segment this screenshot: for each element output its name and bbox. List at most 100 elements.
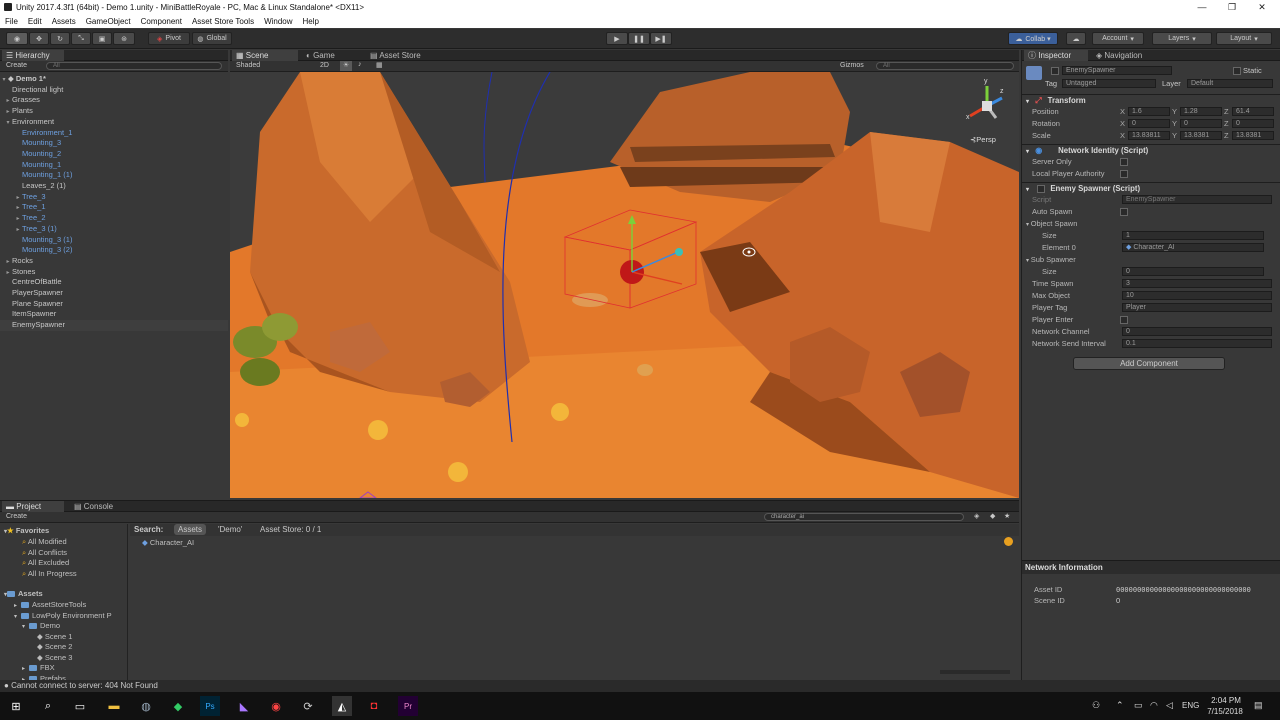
scene-viewport[interactable]: y x z ⊰Persp bbox=[230, 72, 1019, 498]
layer-dropdown[interactable]: Default bbox=[1187, 79, 1273, 88]
maximize-button[interactable]: ❐ bbox=[1218, 0, 1246, 15]
unity-hub-icon[interactable]: ⟳ bbox=[298, 696, 318, 716]
task-view-icon[interactable]: ▭ bbox=[70, 696, 90, 716]
menu-help[interactable]: Help bbox=[298, 17, 324, 26]
assets-item[interactable]: ◆ Scene 3 bbox=[30, 653, 126, 664]
menu-asset-store-tools[interactable]: Asset Store Tools bbox=[187, 17, 259, 26]
hierarchy-item[interactable]: Directional light bbox=[0, 85, 228, 96]
hierarchy-item[interactable]: CentreOfBattle bbox=[0, 277, 228, 288]
transform-z-field[interactable]: 61.4 bbox=[1232, 107, 1274, 116]
language-indicator[interactable]: ENG bbox=[1182, 701, 1199, 710]
hierarchy-create-button[interactable]: Create bbox=[6, 62, 27, 69]
network-send-interval-field[interactable]: 0.1 bbox=[1122, 339, 1272, 348]
player-enter-checkbox[interactable] bbox=[1120, 316, 1128, 324]
search-result-item[interactable]: ◆ Character_AI bbox=[142, 538, 194, 549]
hierarchy-item[interactable]: EnemySpawner bbox=[0, 320, 228, 331]
cloud-services-icon[interactable]: ☁ bbox=[1066, 32, 1086, 45]
photoshop-icon[interactable]: Ps bbox=[200, 696, 220, 716]
tab-navigation[interactable]: ◈ Navigation bbox=[1092, 50, 1162, 61]
assets-item[interactable]: ◆ Scene 1 bbox=[30, 632, 126, 643]
lighting-toggle-icon[interactable]: ☀ bbox=[340, 61, 352, 71]
project-create-button[interactable]: Create bbox=[6, 513, 27, 520]
filter-type-icon[interactable]: ◈ bbox=[974, 512, 979, 520]
assets-header[interactable]: ▾ Assets bbox=[4, 589, 43, 600]
pause-button[interactable]: ❚❚ bbox=[628, 32, 650, 45]
unity-icon[interactable]: ◭ bbox=[332, 696, 352, 716]
hierarchy-item[interactable]: PlayerSpawner bbox=[0, 288, 228, 299]
transform-z-field[interactable]: 0 bbox=[1232, 119, 1274, 128]
play-button[interactable]: ▶ bbox=[606, 32, 628, 45]
menu-assets[interactable]: Assets bbox=[47, 17, 81, 26]
sub-spawner-row[interactable]: ▾ Sub Spawner bbox=[1022, 254, 1280, 266]
hierarchy-item[interactable]: Plane Spawner bbox=[0, 299, 228, 310]
global-toggle[interactable]: ◍ Global bbox=[192, 32, 232, 45]
effects-dropdown-icon[interactable]: ▦ bbox=[376, 61, 383, 69]
hierarchy-item[interactable]: Mounting_3 (1) bbox=[0, 235, 228, 246]
hierarchy-item[interactable]: ▸ Stones bbox=[0, 267, 228, 278]
static-checkbox[interactable] bbox=[1233, 67, 1241, 75]
scale-tool-icon[interactable]: ⤡ bbox=[71, 32, 91, 45]
collab-button[interactable]: ☁ Collab ▾ bbox=[1008, 32, 1058, 45]
network-channel-field[interactable]: 0 bbox=[1122, 327, 1272, 336]
filter-label-icon[interactable]: ◆ bbox=[990, 512, 995, 520]
transform-z-field[interactable]: 13.8381 bbox=[1232, 131, 1274, 140]
transform-y-field[interactable]: 0 bbox=[1180, 119, 1222, 128]
hierarchy-search-input[interactable]: All bbox=[46, 62, 222, 70]
status-message[interactable]: Cannot connect to server: 404 Not Found bbox=[11, 681, 158, 690]
assets-item[interactable]: ▸ AssetStoreTools bbox=[14, 600, 126, 611]
object-name-field[interactable]: EnemySpawner bbox=[1062, 66, 1172, 75]
element-0-field[interactable]: ◆ Character_AI bbox=[1122, 243, 1264, 252]
transform-x-field[interactable]: 1.6 bbox=[1128, 107, 1170, 116]
hierarchy-item[interactable]: ▾ Environment bbox=[0, 117, 228, 128]
object-size-field[interactable]: 1 bbox=[1122, 231, 1264, 240]
favorites-header[interactable]: ▾★ Favorites bbox=[4, 526, 49, 537]
windows-start-icon[interactable]: ⊞ bbox=[6, 696, 26, 716]
hierarchy-item[interactable]: Environment_1 bbox=[0, 128, 228, 139]
scope-asset-store-button[interactable]: Asset Store: 0 / 1 bbox=[260, 525, 321, 534]
hand-tool-eye-icon[interactable]: ◉ bbox=[6, 32, 28, 45]
hierarchy-item[interactable]: Mounting_3 (2) bbox=[0, 245, 228, 256]
transform-tool-icon[interactable]: ⊛ bbox=[113, 32, 135, 45]
transform-header[interactable]: ▾ ⤢ Transform bbox=[1022, 94, 1280, 106]
tab-game[interactable]: ◐ Game bbox=[302, 50, 362, 61]
menu-file[interactable]: File bbox=[0, 17, 23, 26]
2d-toggle[interactable]: 2D bbox=[320, 62, 329, 69]
assets-item[interactable]: ▸ FBX bbox=[22, 663, 126, 674]
volume-icon[interactable]: ◁ bbox=[1166, 700, 1173, 711]
hierarchy-item[interactable]: Leaves_2 (1) bbox=[0, 181, 228, 192]
network-identity-header[interactable]: ▾ ◉ Network Identity (Script) bbox=[1022, 144, 1280, 156]
scope-demo-button[interactable]: 'Demo' bbox=[218, 525, 242, 534]
audio-toggle-icon[interactable]: ♪ bbox=[358, 61, 362, 68]
layout-dropdown[interactable]: Layout ▾ bbox=[1216, 32, 1272, 45]
assets-item[interactable]: ▾ Demo bbox=[22, 621, 126, 632]
app-icon[interactable]: ◆ bbox=[168, 696, 188, 716]
rotate-tool-icon[interactable]: ↻ bbox=[50, 32, 70, 45]
tab-project[interactable]: ▬ Project bbox=[2, 501, 64, 512]
local-player-authority-checkbox[interactable] bbox=[1120, 170, 1128, 178]
tray-chevron-icon[interactable]: ⌃ bbox=[1116, 700, 1124, 711]
rect-tool-icon[interactable]: ▣ bbox=[92, 32, 112, 45]
tab-scene[interactable]: ▦ Scene bbox=[232, 50, 298, 61]
project-search-input[interactable]: character_ai bbox=[764, 513, 964, 521]
people-icon[interactable]: ⚇ bbox=[1092, 700, 1100, 711]
search-icon[interactable]: ⌕ bbox=[38, 696, 58, 716]
tab-hierarchy[interactable]: ☰ Hierarchy bbox=[2, 50, 64, 61]
wifi-icon[interactable]: ◠ bbox=[1150, 700, 1158, 711]
scope-assets-button[interactable]: Assets bbox=[174, 524, 207, 535]
favorites-item[interactable]: ⌕ All Excluded bbox=[22, 558, 69, 569]
clock-date[interactable]: 7/15/2018 bbox=[1202, 707, 1248, 716]
menu-edit[interactable]: Edit bbox=[23, 17, 47, 26]
premiere-icon[interactable]: Pr bbox=[398, 696, 418, 716]
component-enabled-checkbox[interactable] bbox=[1037, 184, 1046, 193]
orientation-gizmo[interactable]: y x z bbox=[966, 78, 1008, 132]
icon-size-slider[interactable] bbox=[940, 670, 1010, 674]
hierarchy-item[interactable]: Mounting_1 (1) bbox=[0, 170, 228, 181]
hierarchy-item[interactable]: Mounting_3 bbox=[0, 138, 228, 149]
account-dropdown[interactable]: Account ▾ bbox=[1092, 32, 1144, 45]
file-explorer-icon[interactable]: ▬ bbox=[104, 696, 124, 716]
chrome-icon[interactable]: ◉ bbox=[266, 696, 286, 716]
hierarchy-scene-root[interactable]: ▾ ◆ Demo 1* bbox=[0, 74, 228, 85]
hierarchy-item[interactable]: ▸ Tree_2 bbox=[0, 213, 228, 224]
hierarchy-item[interactable]: ItemSpawner bbox=[0, 309, 228, 320]
menu-component[interactable]: Component bbox=[136, 17, 187, 26]
